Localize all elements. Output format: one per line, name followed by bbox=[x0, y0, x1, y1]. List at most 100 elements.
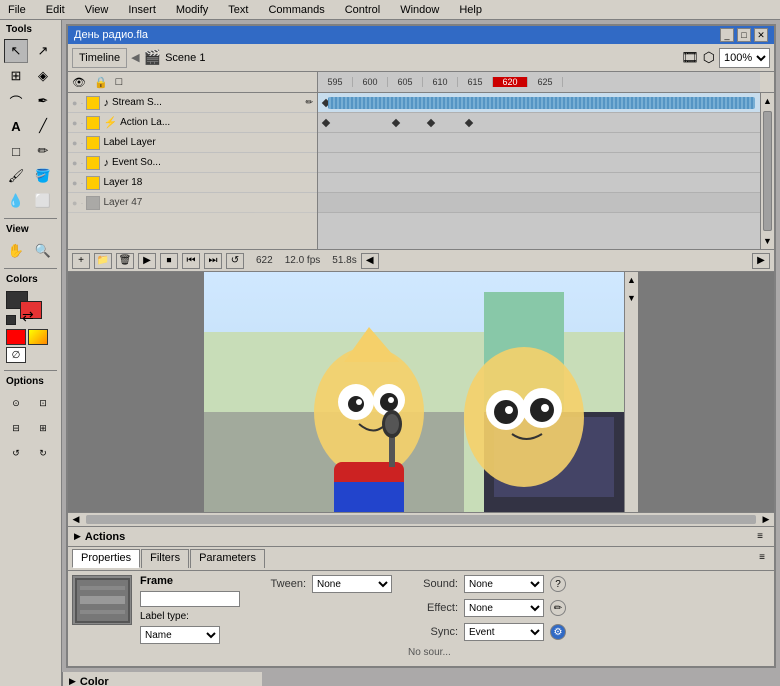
sync-select[interactable]: Event Start Stop Stream bbox=[464, 623, 544, 641]
menu-edit[interactable]: Edit bbox=[42, 3, 69, 17]
frame-row-4[interactable] bbox=[318, 153, 760, 173]
menu-help[interactable]: Help bbox=[455, 3, 486, 17]
scroll-left-btn[interactable]: ◀ bbox=[361, 253, 379, 269]
hand-tool[interactable]: ✋ bbox=[4, 239, 28, 263]
effect-edit-icon[interactable]: ✏ bbox=[550, 600, 566, 616]
free-transform-tool[interactable]: ⊞ bbox=[4, 64, 28, 88]
menu-file[interactable]: File bbox=[4, 3, 30, 17]
frame-numbers: 595 600 605 610 615 620 625 bbox=[318, 77, 563, 87]
close-btn[interactable]: ✕ bbox=[754, 28, 768, 42]
step-forward-btn[interactable]: ⏭ bbox=[204, 253, 222, 269]
red-color[interactable] bbox=[6, 329, 26, 345]
swap-colors-icon[interactable]: ⇄ bbox=[22, 308, 34, 325]
gradient-tool[interactable]: ◈ bbox=[31, 64, 55, 88]
option-btn-1[interactable]: ⊙ bbox=[4, 391, 28, 415]
menu-modify[interactable]: Modify bbox=[172, 3, 212, 17]
frame-row-5[interactable] bbox=[318, 173, 760, 193]
menu-view[interactable]: View bbox=[81, 3, 113, 17]
keyframe-2a bbox=[322, 118, 330, 126]
zoom-tool[interactable]: 🔍 bbox=[31, 239, 55, 263]
menu-window[interactable]: Window bbox=[396, 3, 443, 17]
pen-tool[interactable]: ✒ bbox=[31, 89, 55, 113]
tab-parameters[interactable]: Parameters bbox=[190, 549, 265, 568]
option-btn-3[interactable]: ⊟ bbox=[4, 416, 28, 440]
menu-control[interactable]: Control bbox=[341, 3, 384, 17]
tab-filters[interactable]: Filters bbox=[141, 549, 189, 568]
tab-properties[interactable]: Properties bbox=[72, 549, 140, 568]
timeline-bar: Timeline ◀ 🎬 Scene 1 🎞 ⬡ 100% 50% 75% 15… bbox=[68, 44, 774, 72]
stage-scroll-right[interactable]: ▶ bbox=[758, 513, 774, 526]
stage-scroll-down[interactable]: ▼ bbox=[625, 290, 638, 306]
menu-insert[interactable]: Insert bbox=[124, 3, 160, 17]
pencil-tool[interactable]: ✏ bbox=[31, 139, 55, 163]
actions-title: Actions bbox=[85, 531, 125, 543]
subselect-tool[interactable]: ↗ bbox=[31, 39, 55, 63]
layer-action[interactable]: ● · ⚡ Action La... bbox=[68, 113, 317, 133]
menu-commands[interactable]: Commands bbox=[264, 3, 328, 17]
zoom-select[interactable]: 100% 50% 75% 150% 200% bbox=[719, 48, 770, 68]
sound-help-icon[interactable]: ? bbox=[550, 576, 566, 592]
rect-tool[interactable]: □ bbox=[4, 139, 28, 163]
lasso-tool[interactable]: ⌒ bbox=[4, 89, 28, 113]
layer-47[interactable]: ● · Layer 47 bbox=[68, 193, 317, 213]
actions-expand-icon[interactable]: ▶ bbox=[74, 531, 81, 542]
line-tool[interactable]: ╱ bbox=[31, 114, 55, 138]
layer-18[interactable]: ● · Layer 18 bbox=[68, 173, 317, 193]
stage-scrollbar-v[interactable]: ▲ ▼ bbox=[624, 272, 638, 512]
black-white-icon[interactable] bbox=[6, 315, 16, 325]
layer-1-sound-icon: ♪ bbox=[103, 97, 109, 109]
option-btn-6[interactable]: ↻ bbox=[31, 441, 55, 465]
back-arrow-icon[interactable]: ◀ bbox=[131, 51, 139, 64]
scroll-thumb-v[interactable] bbox=[763, 111, 772, 231]
properties-options-btn[interactable]: ≡ bbox=[754, 549, 770, 565]
stage-scroll-left[interactable]: ◀ bbox=[68, 513, 84, 526]
stage[interactable]: Радио bbox=[204, 272, 624, 512]
timeline-button[interactable]: Timeline bbox=[72, 48, 127, 68]
tween-select[interactable]: None Motion Shape bbox=[312, 575, 392, 593]
delete-layer-btn[interactable]: 🗑 bbox=[116, 253, 134, 269]
frame-row-6[interactable] bbox=[318, 193, 760, 213]
effect-select[interactable]: None bbox=[464, 599, 544, 617]
stage-scroll-thumb-h[interactable] bbox=[86, 515, 756, 524]
frame-row-2[interactable] bbox=[318, 113, 760, 133]
scroll-down-btn[interactable]: ▼ bbox=[761, 233, 774, 249]
sound-select[interactable]: None bbox=[464, 575, 544, 593]
color-panel-expand[interactable]: ▶ bbox=[69, 676, 76, 686]
layer-2-color bbox=[86, 116, 100, 130]
stop-btn[interactable]: ⏹ bbox=[160, 253, 178, 269]
eraser-tool[interactable]: ⬜ bbox=[31, 189, 55, 213]
option-btn-4[interactable]: ⊞ bbox=[31, 416, 55, 440]
brush-tool[interactable]: 🖌 bbox=[4, 164, 28, 188]
loop-btn[interactable]: ↺ bbox=[226, 253, 244, 269]
step-back-btn[interactable]: ⏮ bbox=[182, 253, 200, 269]
frame-row-1[interactable] bbox=[318, 93, 760, 113]
add-folder-btn[interactable]: 📁 bbox=[94, 253, 112, 269]
scroll-right-btn[interactable]: ▶ bbox=[752, 253, 770, 269]
arrow-tool[interactable]: ↖ bbox=[4, 39, 28, 63]
add-layer-btn[interactable]: + bbox=[72, 253, 90, 269]
inkbucket-tool[interactable]: 🪣 bbox=[31, 164, 55, 188]
option-btn-2[interactable]: ⊡ bbox=[31, 391, 55, 415]
layer-1-edit-icon[interactable]: ✏ bbox=[305, 97, 313, 108]
layer-event-sound[interactable]: ● · ♪ Event So... bbox=[68, 153, 317, 173]
minimize-btn[interactable]: _ bbox=[720, 28, 734, 42]
option-btn-5[interactable]: ↺ bbox=[4, 441, 28, 465]
eyedropper-tool[interactable]: 💧 bbox=[4, 189, 28, 213]
stage-container[interactable]: Радио bbox=[68, 272, 774, 512]
no-color[interactable]: ∅ bbox=[6, 347, 26, 363]
frame-input[interactable] bbox=[140, 591, 240, 607]
gradient-color[interactable] bbox=[28, 329, 48, 345]
timeline-scrollbar-v[interactable]: ▲ ▼ bbox=[760, 93, 774, 249]
text-tool[interactable]: A bbox=[4, 114, 28, 138]
layer-stream-sound[interactable]: ● · ♪ Stream S... ✏ bbox=[68, 93, 317, 113]
stage-scroll-up[interactable]: ▲ bbox=[625, 272, 638, 288]
layer-label[interactable]: ● · Label Layer bbox=[68, 133, 317, 153]
actions-options-btn[interactable]: ≡ bbox=[752, 529, 768, 545]
label-type-select[interactable]: Name Comment Anchor bbox=[140, 626, 220, 644]
play-btn[interactable]: ▶ bbox=[138, 253, 156, 269]
scroll-up-btn[interactable]: ▲ bbox=[761, 93, 774, 109]
restore-btn[interactable]: □ bbox=[737, 28, 751, 42]
frame-row-3[interactable] bbox=[318, 133, 760, 153]
menu-text[interactable]: Text bbox=[224, 3, 252, 17]
sync-settings-icon[interactable]: ⚙ bbox=[550, 624, 566, 640]
